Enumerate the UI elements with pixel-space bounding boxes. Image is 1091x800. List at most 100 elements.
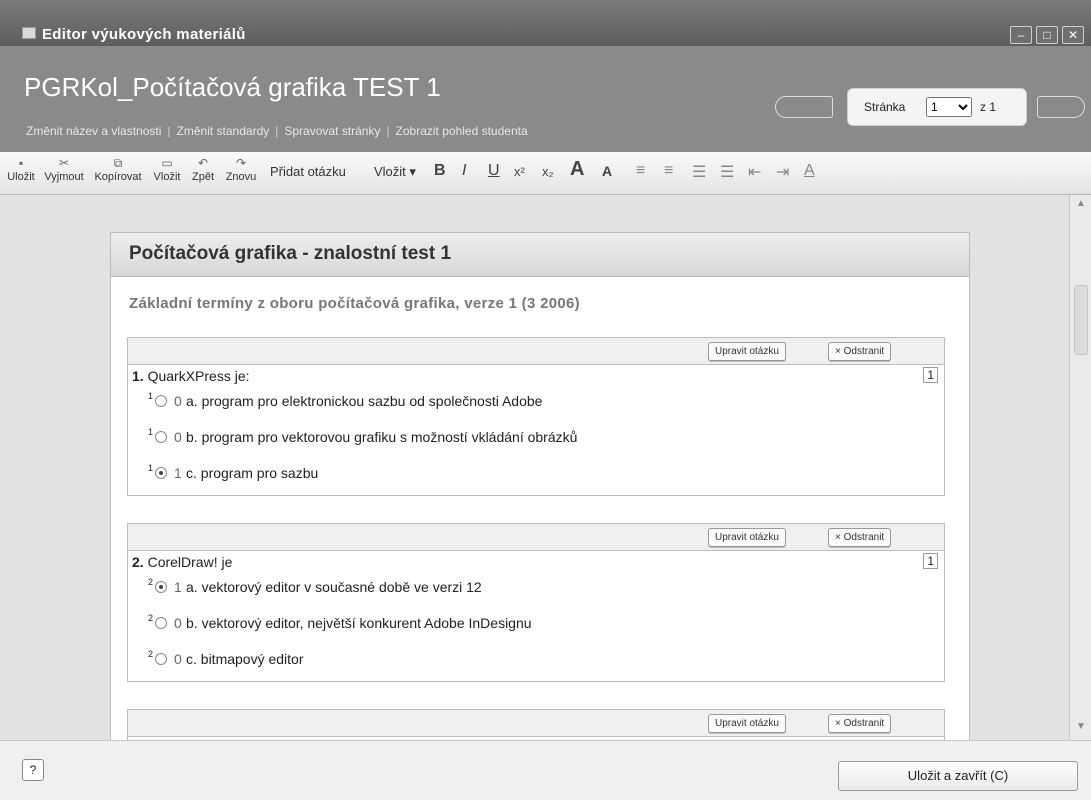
answer-radio[interactable] <box>155 395 167 407</box>
redo-icon: ↷ <box>235 156 247 170</box>
answer-radio[interactable] <box>155 617 167 629</box>
answer-option: 2 1 a. vektorový editor v současné době … <box>128 573 944 609</box>
answer-text: a. program pro elektronickou sazbu od sp… <box>186 393 543 409</box>
font-shrink-button[interactable]: A <box>602 163 612 179</box>
maximize-button[interactable]: □ <box>1036 26 1058 44</box>
editor-area: Počítačová grafika - znalostní test 1 Zá… <box>0 195 1091 740</box>
page-navigator: Stránka 1 z 1 <box>775 84 1085 130</box>
subscript-button[interactable]: x₂ <box>542 164 554 179</box>
link-separator: | <box>275 124 279 138</box>
answer-radio[interactable] <box>155 431 167 443</box>
page-title: Počítačová grafika - znalostní test 1 <box>111 233 969 277</box>
align-center-icon[interactable]: ≡ <box>664 162 673 180</box>
question-toolbar: Upravit otázku × Odstranit <box>128 338 944 365</box>
superscript-button[interactable]: x² <box>514 164 525 179</box>
answer-option: 1 1 c. program pro sazbu <box>128 459 944 495</box>
scroll-thumb[interactable] <box>1074 285 1088 355</box>
paste-button[interactable]: ▭ Vložit <box>150 156 184 190</box>
editor-header: PGRKol_Počítačová grafika TEST 1 Změnit … <box>0 46 1091 152</box>
answer-points: 0 <box>174 429 182 445</box>
page-total: z 1 <box>980 100 997 114</box>
bold-button[interactable]: B <box>434 162 446 180</box>
help-button[interactable]: ? <box>22 759 44 781</box>
question-line: 1. QuarkXPress je: 1 <box>128 365 944 387</box>
indent-icon[interactable]: ⇥ <box>776 162 789 182</box>
answer-marker: 1 <box>148 391 154 401</box>
answer-option: 1 0 b. program pro vektorovou grafiku s … <box>128 423 944 459</box>
paste-icon: ▭ <box>161 156 173 170</box>
add-question-button[interactable]: Přidat otázku <box>270 164 346 179</box>
page-label: Stránka <box>864 100 906 114</box>
prev-page-arrow-icon[interactable] <box>775 96 833 118</box>
bullet-list-icon[interactable]: ☰ <box>720 162 734 182</box>
link-change-standards[interactable]: Změnit standardy <box>177 124 270 138</box>
remove-question-button[interactable]: × Odstranit <box>828 528 892 547</box>
answer-option: 1 0 a. program pro elektronickou sazbu o… <box>128 387 944 423</box>
window-title: Editor výukových materiálů <box>42 26 246 43</box>
question-text: 1. QuarkXPress je: <box>132 368 250 384</box>
header-links: Změnit název a vlastnosti | Změnit standar… <box>26 124 528 138</box>
question-block: Upravit otázku × Odstranit 2. CorelDraw!… <box>127 523 945 682</box>
answer-option: 2 0 b. vektorový editor, největší konkur… <box>128 609 944 645</box>
close-button[interactable]: ✕ <box>1062 26 1084 44</box>
toolbar: ▪ Uložit ✂ Vyjmout ⧉ Kopírovat ▭ Vložit ↶ Zpě… <box>0 152 1091 195</box>
undo-icon: ↶ <box>197 156 209 170</box>
redo-button[interactable]: ↷ Znovu <box>222 156 260 190</box>
question-block: Upravit otázku × Odstranit 1. QuarkXPres… <box>127 337 945 496</box>
answer-option: 2 0 c. bitmapový editor <box>128 645 944 681</box>
save-button[interactable]: ▪ Uložit <box>4 156 38 190</box>
answer-points: 0 <box>174 651 182 667</box>
content-page: Počítačová grafika - znalostní test 1 Zá… <box>110 232 970 740</box>
app-icon <box>22 27 36 39</box>
answer-marker: 1 <box>148 463 154 473</box>
answer-text: b. program pro vektorovou grafiku s možn… <box>186 429 578 445</box>
font-color-icon[interactable]: A <box>804 162 815 180</box>
italic-button[interactable]: I <box>462 162 466 180</box>
cut-icon: ✂ <box>58 156 70 170</box>
remove-question-button[interactable]: × Odstranit <box>828 714 892 733</box>
answer-points: 0 <box>174 615 182 631</box>
edit-question-button[interactable]: Upravit otázku <box>708 528 786 547</box>
save-icon: ▪ <box>18 156 24 170</box>
vertical-scrollbar[interactable]: ▲ ▼ <box>1069 195 1091 740</box>
question-block: Upravit otázku × Odstranit <box>127 709 945 740</box>
answer-text: c. program pro sazbu <box>186 465 319 481</box>
numbered-list-icon[interactable]: ☰ <box>692 162 706 182</box>
page-select[interactable]: 1 <box>926 97 972 117</box>
font-grow-button[interactable]: A <box>570 158 584 181</box>
answer-text: a. vektorový editor v současné době ve v… <box>186 579 482 595</box>
question-score: 1 <box>923 367 938 383</box>
window-titlebar: Editor výukových materiálů – □ ✕ <box>0 0 1091 46</box>
link-separator: | <box>386 124 390 138</box>
page-selector-box: Stránka 1 z 1 <box>847 88 1027 126</box>
link-change-name[interactable]: Změnit název a vlastnosti <box>26 124 161 138</box>
answer-text: c. bitmapový editor <box>186 651 304 667</box>
minimize-button[interactable]: – <box>1010 26 1032 44</box>
copy-button[interactable]: ⧉ Kopírovat <box>88 156 148 190</box>
next-page-arrow-icon[interactable] <box>1037 96 1085 118</box>
link-manage-pages[interactable]: Spravovat stránky <box>284 124 380 138</box>
remove-question-button[interactable]: × Odstranit <box>828 342 892 361</box>
answer-radio[interactable] <box>155 581 167 593</box>
save-and-close-button[interactable]: Uložit a zavřít (C) <box>838 761 1078 791</box>
edit-question-button[interactable]: Upravit otázku <box>708 714 786 733</box>
scroll-down-icon[interactable]: ▼ <box>1076 721 1086 732</box>
copy-icon: ⧉ <box>113 156 123 170</box>
undo-button[interactable]: ↶ Zpět <box>188 156 218 190</box>
align-left-icon[interactable]: ≡ <box>636 162 645 180</box>
answer-points: 1 <box>174 465 182 481</box>
document-title: PGRKol_Počítačová grafika TEST 1 <box>24 72 441 102</box>
outdent-icon[interactable]: ⇤ <box>748 162 761 182</box>
edit-question-button[interactable]: Upravit otázku <box>708 342 786 361</box>
underline-button[interactable]: U <box>488 162 500 180</box>
footer-bar: ? Uložit a zavřít (C) <box>0 740 1091 800</box>
link-student-view[interactable]: Zobrazit pohled studenta <box>396 124 528 138</box>
answer-radio[interactable] <box>155 653 167 665</box>
answer-radio[interactable] <box>155 467 167 479</box>
link-separator: | <box>167 124 171 138</box>
cut-button[interactable]: ✂ Vyjmout <box>44 156 84 190</box>
scroll-up-icon[interactable]: ▲ <box>1076 198 1086 209</box>
answer-points: 0 <box>174 393 182 409</box>
insert-dropdown[interactable]: Vložit ▾ <box>374 164 416 180</box>
answer-points: 1 <box>174 579 182 595</box>
